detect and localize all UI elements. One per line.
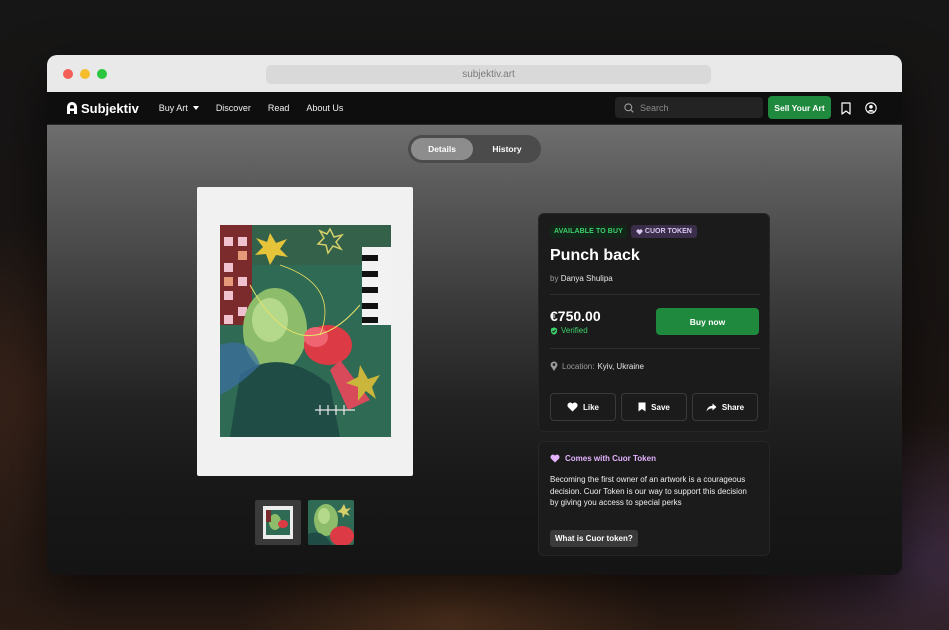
- search-box[interactable]: [615, 97, 763, 118]
- detail-tabs: Details History: [408, 135, 541, 163]
- address-bar[interactable]: subjektiv.art: [266, 65, 711, 84]
- artwork-actions: Like Save Share: [550, 393, 758, 421]
- site-logo[interactable]: Subjektiv: [66, 101, 139, 116]
- what-is-cuor-token-button[interactable]: What is Cuor token?: [550, 530, 638, 547]
- byline-prefix: by: [550, 274, 559, 283]
- thumbnail-image: [263, 506, 293, 539]
- cuor-token-badge: CUOR TOKEN: [630, 225, 697, 238]
- like-button[interactable]: Like: [550, 393, 616, 421]
- save-label: Save: [651, 402, 670, 412]
- location-pin-icon: [550, 361, 558, 371]
- location-label: Location:: [562, 361, 595, 371]
- heart-icon: [550, 454, 560, 463]
- save-button[interactable]: Save: [621, 393, 687, 421]
- artwork-price: €750.00: [550, 308, 601, 324]
- chevron-down-icon: [192, 106, 199, 110]
- nav-buy-art-label: Buy Art: [158, 103, 188, 113]
- bookmark-icon: [638, 402, 646, 412]
- tab-history[interactable]: History: [476, 138, 538, 160]
- nav-discover[interactable]: Discover: [216, 103, 251, 113]
- nav-buy-art[interactable]: Buy Art: [159, 103, 199, 113]
- location-value: Kyiv, Ukraine: [597, 361, 644, 371]
- status-badges: AVAILABLE TO BUY CUOR TOKEN: [550, 225, 697, 238]
- logo-text: Subjektiv: [81, 100, 139, 116]
- token-heading: Comes with Cuor Token: [550, 454, 656, 463]
- nav-read[interactable]: Read: [268, 103, 290, 113]
- artwork-detail-page: Details History AVAILABLE TO BUY CUOR TO…: [47, 125, 902, 575]
- sell-your-art-button[interactable]: Sell Your Art: [768, 96, 831, 119]
- user-account-icon[interactable]: [865, 102, 877, 114]
- token-description: Becoming the first owner of an artwork i…: [550, 475, 747, 507]
- artwork-painting: [220, 225, 391, 437]
- verified-check-icon: [550, 326, 558, 335]
- search-input[interactable]: [640, 102, 750, 113]
- artist-byline: by Danya Shulipa: [550, 274, 613, 283]
- like-label: Like: [582, 402, 599, 412]
- token-heading-label: Comes with Cuor Token: [565, 454, 656, 463]
- artwork-info-card: AVAILABLE TO BUY CUOR TOKEN Punch back b…: [538, 213, 770, 432]
- browser-titlebar: subjektiv.art: [47, 55, 902, 92]
- browser-window: subjektiv.art Subjektiv Buy Art Discover…: [47, 55, 902, 575]
- logo-icon: [67, 102, 77, 114]
- search-icon: [624, 102, 634, 113]
- heart-icon: [636, 228, 643, 235]
- share-label: Share: [721, 402, 745, 412]
- divider: [550, 348, 760, 349]
- nav-about-us[interactable]: About Us: [306, 103, 343, 113]
- cuor-token-badge-label: CUOR TOKEN: [644, 228, 692, 235]
- buy-now-button[interactable]: Buy now: [656, 308, 759, 335]
- artwork-main-image[interactable]: [197, 187, 413, 476]
- share-button[interactable]: Share: [692, 393, 758, 421]
- share-arrow-icon: [706, 403, 717, 411]
- maximize-window-button[interactable]: [97, 69, 107, 79]
- artwork-thumbnail-2[interactable]: [308, 500, 354, 545]
- verified-label: Verified: [561, 326, 588, 335]
- artwork-location: Location: Kyiv, Ukraine: [550, 361, 644, 371]
- verified-status: Verified: [550, 326, 588, 335]
- available-badge: AVAILABLE TO BUY: [550, 225, 627, 238]
- bookmark-icon[interactable]: [841, 102, 851, 115]
- cuor-token-card: Comes with Cuor Token Becoming the first…: [538, 441, 770, 556]
- heart-icon: [567, 402, 578, 412]
- artwork-thumbnail-1[interactable]: [255, 500, 301, 545]
- artwork-title: Punch back: [550, 247, 640, 264]
- artist-name[interactable]: Danya Shulipa: [561, 274, 613, 283]
- divider: [550, 294, 760, 295]
- close-window-button[interactable]: [63, 69, 73, 79]
- tab-details[interactable]: Details: [411, 138, 473, 160]
- minimize-window-button[interactable]: [80, 69, 90, 79]
- window-controls: [63, 69, 107, 79]
- site-navbar: Subjektiv Buy Art Discover Read About Us…: [47, 92, 902, 125]
- thumbnail-image: [308, 500, 354, 545]
